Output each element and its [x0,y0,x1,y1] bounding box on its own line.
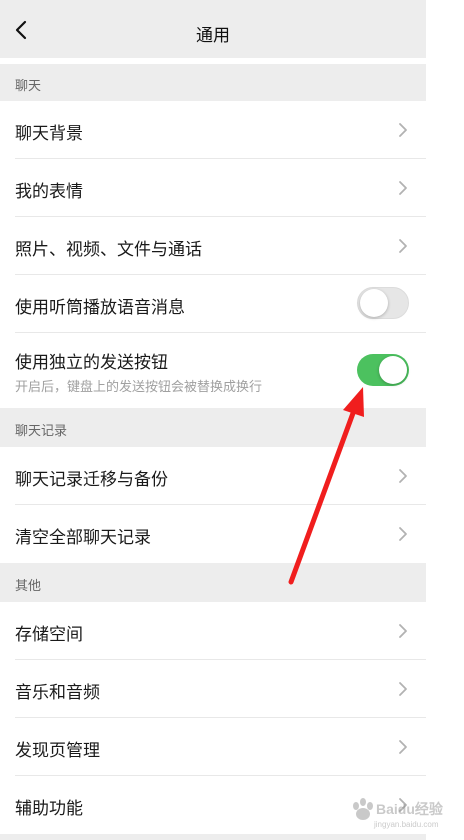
send-button-toggle[interactable] [357,354,409,386]
chevron-right-icon [399,527,407,541]
row-chat-background[interactable]: 聊天背景 [0,101,426,159]
row-label: 清空全部聊天记录 [15,528,151,548]
nav-bar: 通用 [0,0,426,58]
watermark-text: Baidu经验 [376,801,444,817]
chevron-right-icon [399,239,407,253]
watermark-subtext: jingyan.baidu.com [373,820,439,829]
row-label: 使用听筒播放语音消息 [15,298,185,318]
page-margin [426,0,464,840]
row-earpiece-voice: 使用听筒播放语音消息 [0,275,426,333]
row-label: 我的表情 [15,182,83,202]
baidu-watermark-logo: Baidu经验 jingyan.baidu.com [353,798,444,829]
toggle-knob [360,289,388,317]
chevron-right-icon [399,123,407,137]
row-label: 聊天背景 [15,124,83,144]
row-label: 音乐和音频 [15,683,100,703]
row-label: 辅助功能 [15,799,83,819]
row-clear-chat-history[interactable]: 清空全部聊天记录 [0,505,426,563]
toggle-knob [379,356,407,384]
row-photos-videos-files-calls[interactable]: 照片、视频、文件与通话 [0,217,426,275]
row-storage[interactable]: 存储空间 [0,602,426,660]
row-label: 照片、视频、文件与通话 [15,240,202,260]
row-label: 发现页管理 [15,741,100,761]
page-title: 通用 [196,26,230,46]
row-music-audio[interactable]: 音乐和音频 [0,660,426,718]
chevron-right-icon [399,469,407,483]
row-label: 聊天记录迁移与备份 [15,470,168,490]
row-description: 开启后，键盘上的发送按钮会被替换成换行 [15,380,263,395]
section-header-chat-history: 聊天记录 [0,408,426,447]
row-discover-management[interactable]: 发现页管理 [0,718,426,776]
chevron-right-icon [399,682,407,696]
row-separate-send-button: 使用独立的发送按钮 开启后，键盘上的发送按钮会被替换成换行 [0,333,426,408]
section-header-other: 其他 [0,563,426,602]
row-chat-history-migrate[interactable]: 聊天记录迁移与备份 [0,447,426,505]
settings-screen: 通用 聊天 聊天背景 我的表情 照片、视频、文件与通话 使用听筒播放语音消息 使… [0,0,426,840]
section-header-chat: 聊天 [0,64,426,101]
row-label: 存储空间 [15,625,83,645]
row-label: 使用独立的发送按钮 [15,353,168,373]
earpiece-toggle[interactable] [357,287,409,319]
chevron-right-icon [399,181,407,195]
chevron-right-icon [399,624,407,638]
row-my-stickers[interactable]: 我的表情 [0,159,426,217]
chevron-right-icon [399,740,407,754]
